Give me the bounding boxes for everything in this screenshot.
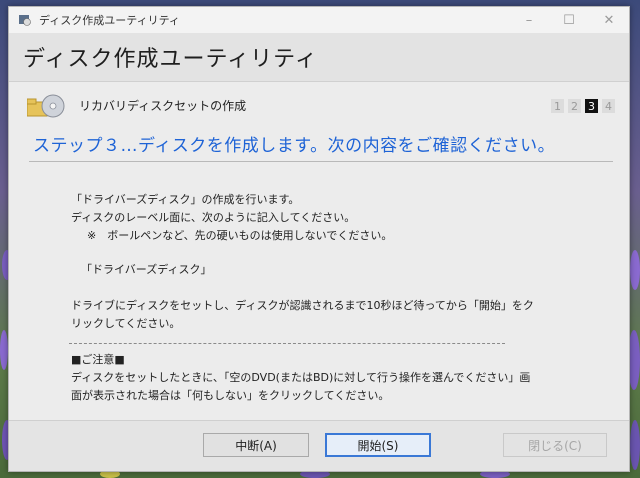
button-bar: 中断(A) 開始(S) 閉じる(C) [9, 420, 629, 471]
close-button[interactable]: 閉じる(C) [503, 433, 607, 457]
step-2: 2 [568, 99, 581, 113]
step-indicator: 1 2 3 4 [551, 99, 615, 113]
page-title: ディスク作成ユーティリティ [23, 47, 318, 72]
disc-folder-icon [27, 94, 65, 118]
disk-utility-app-icon [19, 15, 31, 26]
disk-utility-window: ディスク作成ユーティリティ – ☐ ✕ ディスク作成ユーティリティ リカバリディ… [8, 6, 630, 472]
task-label: リカバリディスクセットの作成 [79, 99, 247, 113]
heading-divider [29, 161, 613, 162]
note-title: ■ご注意■ [71, 353, 125, 366]
step-4: 4 [602, 99, 615, 113]
start-button[interactable]: 開始(S) [325, 433, 431, 457]
content-line-3: ※ ボールペンなど、先の硬いものは使用しないでください。 [87, 229, 393, 242]
content-line-1: 「ドライバーズディスク」の作成を行います。 [71, 193, 300, 206]
note-line-1: ディスクをセットしたときに、「空のDVD(またはBD)に対して行う操作を選んでく… [71, 371, 531, 384]
abort-button[interactable]: 中断(A) [203, 433, 309, 457]
instruction-line-2: リックしてください。 [71, 317, 181, 330]
minimize-button[interactable]: – [509, 7, 549, 33]
step-1: 1 [551, 99, 564, 113]
header-band: ディスク作成ユーティリティ [9, 33, 629, 82]
note-line-2: 面が表示された場合は「何もしない」をクリックしてください。 [71, 389, 390, 402]
title-bar: ディスク作成ユーティリティ – ☐ ✕ [9, 7, 629, 33]
instruction-line-1: ドライブにディスクをセットし、ディスクが認識されるまで10秒ほど待ってから「開始… [71, 299, 534, 312]
content-line-2: ディスクのレーベル面に、次のように記入してください。 [71, 211, 356, 224]
maximize-button[interactable]: ☐ [549, 7, 589, 33]
window-title: ディスク作成ユーティリティ [39, 14, 180, 27]
dashed-divider [69, 343, 505, 344]
disk-label-text: 「ドライバーズディスク」 [81, 263, 212, 276]
step-heading: ステップ３…ディスクを作成します。次の内容をご確認ください。 [33, 136, 556, 156]
close-window-button[interactable]: ✕ [589, 7, 629, 33]
task-row: リカバリディスクセットの作成 1 2 3 4 [9, 88, 629, 120]
step-3: 3 [585, 99, 598, 113]
